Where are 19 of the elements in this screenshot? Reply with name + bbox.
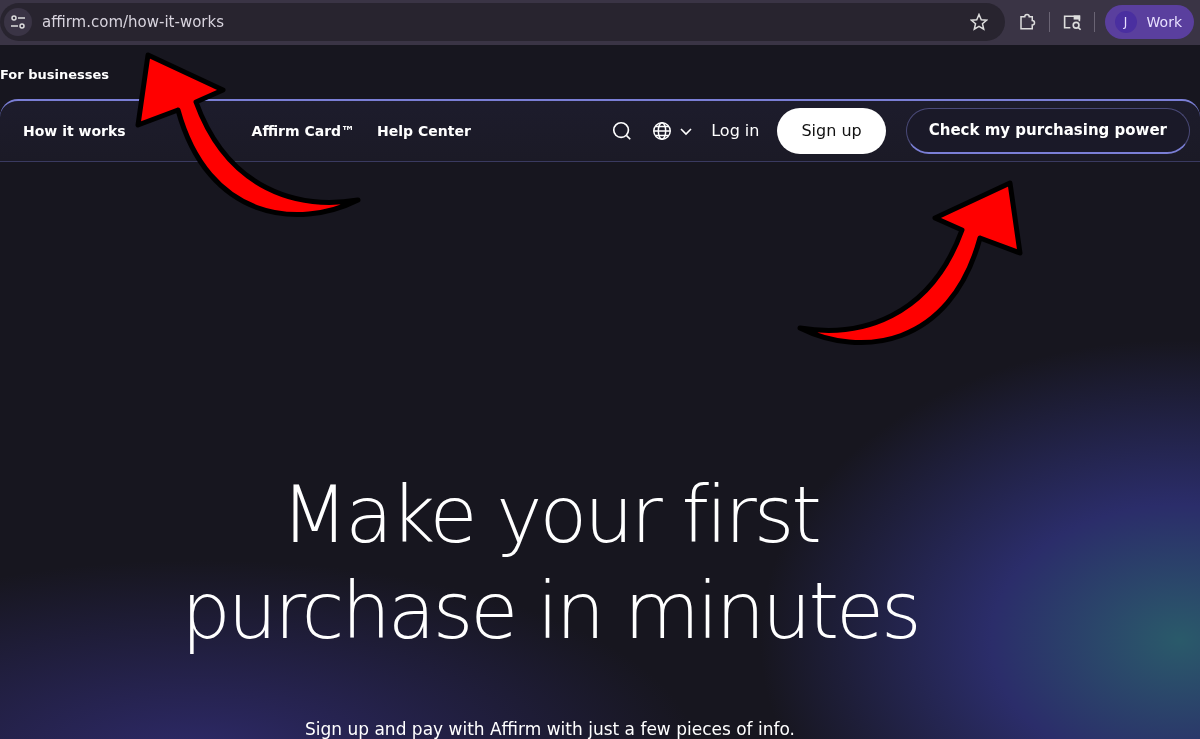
signup-button[interactable]: Sign up [777,107,886,154]
language-selector[interactable] [651,119,694,142]
nav-link[interactable]: Affirm Card™ [251,122,356,139]
nav-link[interactable]: Help Center [377,122,471,139]
chevron-down-icon [679,125,694,136]
purchasing-power-button[interactable]: Check my purchasing power [905,107,1190,154]
hero-subtitle: Sign up and pay with Affirm with just a few pieces of info. [305,719,795,739]
businesses-link[interactable]: For businesses [0,44,110,77]
nav-link[interactable]: How it works [23,122,126,139]
profile-label: Work [1146,14,1182,31]
site-settings-icon[interactable] [4,8,32,37]
profile-button[interactable]: J Work [1104,5,1194,40]
search-icon[interactable] [611,119,634,142]
url-text: affirm.com/how-it-works [42,13,225,32]
address-bar[interactable]: affirm.com/how-it-works [0,3,1005,42]
globe-icon [651,119,674,142]
hero-title: Make your first purchase in minutes [181,469,919,658]
profile-avatar: J [1114,11,1137,34]
login-link[interactable]: Log in [711,121,760,141]
